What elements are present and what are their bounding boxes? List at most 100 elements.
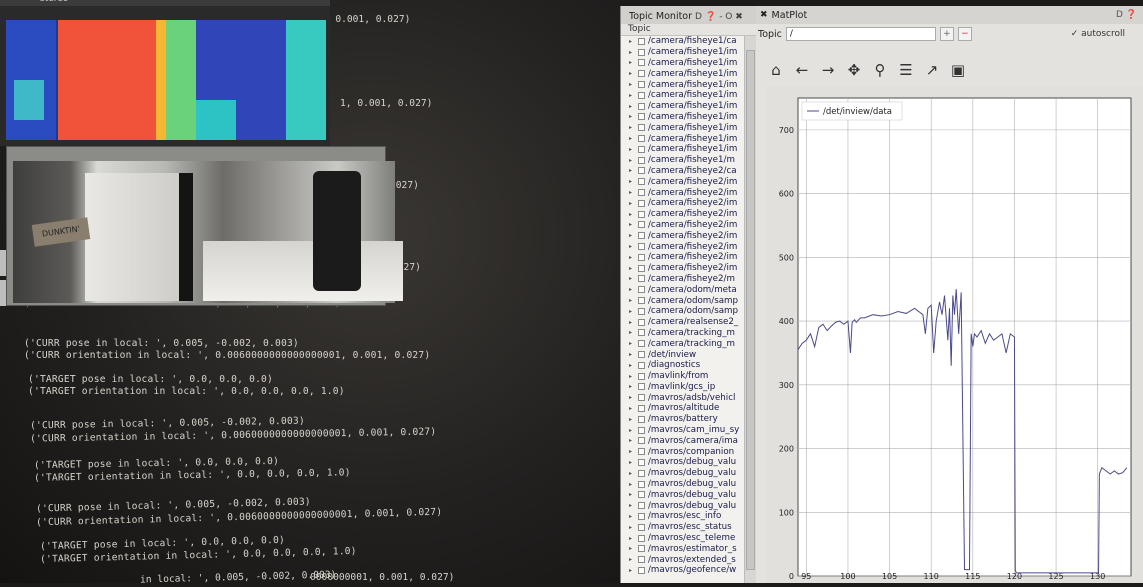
expand-arrow-icon[interactable]: ▸ (629, 200, 635, 207)
zoom-icon[interactable]: ⚲ (868, 61, 892, 79)
topic-checkbox[interactable] (638, 264, 645, 272)
expand-arrow-icon[interactable]: ▸ (629, 189, 635, 196)
topic-list-item[interactable]: ▸ /mavros/debug_valu (621, 479, 745, 490)
plot-canvas[interactable]: 0 100 200 300 400 500 600 700 95 100 105 110 115 120 1… (766, 86, 1143, 583)
expand-arrow-icon[interactable]: ▸ (629, 351, 635, 358)
configure-icon[interactable]: ☰ (894, 61, 918, 79)
edit-curves-icon[interactable]: ↗ (920, 61, 944, 79)
expand-arrow-icon[interactable]: ▸ (629, 502, 635, 509)
expand-arrow-icon[interactable]: ▸ (629, 135, 635, 142)
topic-list-item[interactable]: ▸ /mavros/adsb/vehicl (621, 392, 745, 403)
topic-checkbox[interactable] (638, 566, 645, 574)
topic-checkbox[interactable] (638, 59, 645, 67)
expand-arrow-icon[interactable]: ▸ (629, 70, 635, 77)
topic-checkbox[interactable] (638, 243, 645, 251)
autoscroll-checkbox[interactable]: ✓ autoscroll (1071, 29, 1143, 39)
topic-checkbox[interactable] (638, 404, 645, 412)
topic-checkbox[interactable] (638, 512, 645, 520)
expand-arrow-icon[interactable]: ▸ (629, 459, 635, 466)
expand-arrow-icon[interactable]: ▸ (629, 513, 635, 520)
help-icon[interactable]: ❓ (705, 12, 716, 22)
expand-arrow-icon[interactable]: ▸ (629, 394, 635, 401)
topic-list-item[interactable]: ▸ /camera/fisheye1/m (621, 155, 745, 166)
topic-checkbox[interactable] (638, 167, 645, 175)
topic-checkbox[interactable] (638, 286, 645, 294)
terminal-window[interactable]: 1, 0.001, 0.027) 1, 0.001, 0.027) .027) … (0, 0, 620, 583)
topic-list-item[interactable]: ▸ /camera/fisheye1/im (621, 144, 745, 155)
topic-list-item[interactable]: ▸ /mavlink/from (621, 371, 745, 382)
expand-arrow-icon[interactable]: ▸ (629, 59, 635, 66)
expand-arrow-icon[interactable]: ▸ (629, 103, 635, 110)
expand-arrow-icon[interactable]: ▸ (629, 416, 635, 423)
topic-checkbox[interactable] (638, 448, 645, 456)
topic-checkbox[interactable] (638, 102, 645, 110)
topic-checkbox[interactable] (638, 48, 645, 56)
topic-checkbox[interactable] (638, 329, 645, 337)
expand-arrow-icon[interactable]: ▸ (629, 211, 635, 218)
expand-arrow-icon[interactable]: ▸ (629, 556, 635, 563)
topic-list-item[interactable]: ▸ /camera/fisheye1/ca (621, 36, 745, 47)
expand-arrow-icon[interactable]: ▸ (629, 146, 635, 153)
expand-arrow-icon[interactable]: ▸ (629, 254, 635, 261)
topic-list-item[interactable]: ▸ /camera/fisheye2/ca (621, 166, 745, 177)
expand-arrow-icon[interactable]: ▸ (629, 567, 635, 574)
topic-checkbox[interactable] (638, 232, 645, 240)
topic-list-item[interactable]: ▸ /camera/fisheye2/im (621, 198, 745, 209)
topic-list-item[interactable]: ▸ /camera/fisheye2/im (621, 220, 745, 231)
topic-checkbox[interactable] (638, 91, 645, 99)
topic-list-item[interactable]: ▸ /camera/fisheye1/im (621, 122, 745, 133)
topic-checkbox[interactable] (638, 37, 645, 45)
topic-list-item[interactable]: ▸ /camera/fisheye2/im (621, 241, 745, 252)
topic-list-item[interactable]: ▸ /camera/fisheye1/im (621, 79, 745, 90)
expand-arrow-icon[interactable]: ▸ (629, 427, 635, 434)
topic-checkbox[interactable] (638, 394, 645, 402)
topic-checkbox[interactable] (638, 502, 645, 510)
expand-arrow-icon[interactable]: ▸ (629, 308, 635, 315)
topic-list-item[interactable]: ▸ /camera/odom/meta (621, 284, 745, 295)
panel-flags[interactable]: D (1116, 10, 1123, 20)
help-icon[interactable]: ❓ (1126, 10, 1137, 20)
topic-checkbox[interactable] (638, 145, 645, 153)
topic-checkbox[interactable] (638, 124, 645, 132)
expand-arrow-icon[interactable]: ▸ (629, 535, 635, 542)
expand-arrow-icon[interactable]: ▸ (629, 243, 635, 250)
topic-checkbox[interactable] (638, 556, 645, 564)
expand-arrow-icon[interactable]: ▸ (629, 524, 635, 531)
expand-arrow-icon[interactable]: ▸ (629, 265, 635, 272)
topic-list-item[interactable]: ▸ /mavros/cam_imu_sy (621, 425, 745, 436)
camera-image-window[interactable]: DUNKTIN' (6, 146, 403, 306)
topic-checkbox[interactable] (638, 383, 645, 391)
topic-input[interactable]: / (785, 27, 936, 41)
topic-checkbox[interactable] (638, 426, 645, 434)
expand-arrow-icon[interactable]: ▸ (629, 448, 635, 455)
topic-list-item[interactable]: ▸ /mavros/extended_s (621, 554, 745, 565)
close-icon[interactable]: ✖ (760, 10, 768, 20)
topic-list-item[interactable]: ▸ /camera/realsense2_ (621, 317, 745, 328)
topic-checkbox[interactable] (638, 480, 645, 488)
expand-arrow-icon[interactable]: ▸ (629, 362, 635, 369)
topic-list-item[interactable]: ▸ /mavros/battery (621, 414, 745, 425)
topic-list-item[interactable]: ▸ /mavros/debug_valu (621, 457, 745, 468)
pan-icon[interactable]: ✥ (842, 61, 866, 79)
topic-list-item[interactable]: ▸ /camera/fisheye1/im (621, 68, 745, 79)
topic-checkbox[interactable] (638, 318, 645, 326)
line-chart[interactable]: 0 100 200 300 400 500 600 700 95 100 105 110 115 120 1… (766, 86, 1143, 583)
topic-checkbox[interactable] (638, 189, 645, 197)
topic-checkbox[interactable] (638, 199, 645, 207)
expand-arrow-icon[interactable]: ▸ (629, 38, 635, 45)
topic-list-item[interactable]: ▸ /mavros/esc_info (621, 511, 745, 522)
panel-flags[interactable]: D (695, 12, 702, 22)
expand-arrow-icon[interactable]: ▸ (629, 545, 635, 552)
topic-checkbox[interactable] (638, 70, 645, 78)
topic-column-header[interactable]: Topic (621, 24, 756, 36)
expand-arrow-icon[interactable]: ▸ (629, 481, 635, 488)
topic-list-item[interactable]: ▸ /camera/fisheye1/im (621, 101, 745, 112)
topic-checkbox[interactable] (638, 372, 645, 380)
topic-list-item[interactable]: ▸ /camera/fisheye1/im (621, 58, 745, 69)
expand-arrow-icon[interactable]: ▸ (629, 232, 635, 239)
topic-list-scrollbar[interactable] (744, 36, 756, 583)
topic-list-item[interactable]: ▸ /mavros/estimator_s (621, 543, 745, 554)
expand-arrow-icon[interactable]: ▸ (629, 92, 635, 99)
topic-checkbox[interactable] (638, 178, 645, 186)
topic-list-item[interactable]: ▸ /mavros/debug_valu (621, 468, 745, 479)
